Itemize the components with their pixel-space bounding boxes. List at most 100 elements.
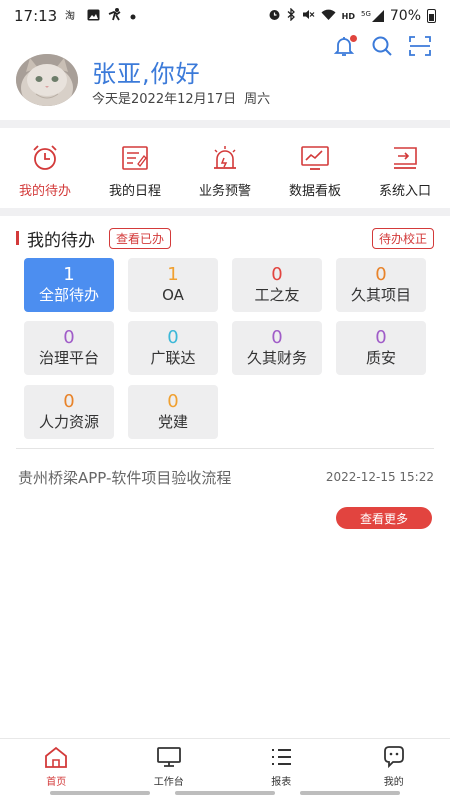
quick-nav-business-alert[interactable]: 业务预警 (180, 128, 270, 206)
tile-count: 0 (63, 327, 75, 348)
tile-count: 0 (375, 264, 387, 285)
hd-icon: HD (341, 11, 355, 21)
wifi-icon (321, 9, 336, 24)
header: 张亚,你好 今天是2022年12月17日 周六 (0, 32, 450, 120)
tile-label: 全部待办 (38, 286, 99, 304)
bluetooth-icon (287, 7, 296, 24)
tile-count: 0 (167, 327, 179, 348)
view-done-button[interactable]: 查看已办 (109, 227, 172, 249)
section-separator (0, 208, 450, 216)
tile-count: 1 (63, 264, 75, 285)
tile-label: 工之友 (254, 286, 300, 304)
tab-home[interactable]: 首页 (0, 739, 113, 788)
bottom-tab-bar: 首页 工作台 报表 我的 (0, 738, 450, 788)
quick-nav-label: 业务预警 (198, 184, 251, 199)
date-text: 今天是2022年12月17日 (92, 92, 237, 107)
quick-nav-system-entry[interactable]: 系统入口 (360, 128, 450, 206)
tile-label: 人力资源 (38, 413, 99, 431)
dot-icon (130, 9, 136, 23)
quick-nav-label: 系统入口 (378, 184, 431, 199)
todo-title: 我的待办 (27, 230, 95, 251)
tile-human-resources[interactable]: 0 人力资源 (24, 385, 114, 439)
alarm-icon (268, 8, 281, 24)
gesture-handle (50, 791, 150, 795)
divider (16, 448, 434, 449)
tile-count: 0 (63, 391, 75, 412)
tab-label: 报表 (271, 777, 292, 788)
notification-dot (350, 35, 357, 42)
scan-icon[interactable] (408, 34, 432, 58)
tile-label: 党建 (157, 413, 188, 431)
system-entry-icon (390, 144, 420, 172)
todo-header: 我的待办 查看已办 待办校正 (16, 226, 434, 251)
quick-nav-data-dashboard[interactable]: 数据看板 (270, 128, 360, 206)
quick-nav-my-schedule[interactable]: 我的日程 (90, 128, 180, 206)
todo-item-title: 贵州桥梁APP-软件项目验收流程 (18, 468, 232, 487)
alarm-clock-icon (30, 144, 60, 172)
tab-label: 我的 (383, 777, 404, 788)
status-bar: 17:13 淘 HD 5G 70% (0, 0, 450, 32)
gesture-handle (175, 791, 275, 795)
todo-list-item[interactable]: 贵州桥梁APP-软件项目验收流程 2022-12-15 15:22 (18, 466, 434, 488)
greeting: 张亚,你好 (92, 60, 201, 88)
status-time: 17:13 (14, 7, 58, 25)
robot-face-icon (381, 745, 407, 769)
tile-jiuqi-project[interactable]: 0 久其项目 (336, 258, 426, 312)
battery-level: 70% (389, 8, 421, 24)
svg-text:淘: 淘 (65, 9, 75, 21)
todo-correct-button[interactable]: 待办校正 (371, 227, 434, 249)
mute-icon (302, 8, 315, 24)
weekday: 周六 (244, 92, 271, 107)
tile-glodon[interactable]: 0 广联达 (128, 321, 218, 375)
tile-count: 0 (167, 391, 179, 412)
tile-label: 久其财务 (246, 349, 307, 367)
section-separator (0, 120, 450, 128)
todo-item-time: 2022-12-15 15:22 (325, 470, 434, 484)
date-line: 今天是2022年12月17日 周六 (92, 88, 270, 107)
activity-icon (108, 8, 122, 24)
battery-icon (427, 9, 436, 23)
tab-workbench[interactable]: 工作台 (113, 739, 226, 788)
tile-gongzhiyou[interactable]: 0 工之友 (232, 258, 322, 312)
tile-count: 1 (167, 264, 179, 285)
quick-nav-label: 我的待办 (18, 184, 71, 199)
tile-label: 治理平台 (38, 349, 99, 367)
tile-oa[interactable]: 1 OA (128, 258, 218, 312)
network-type: 5G (360, 10, 371, 18)
tile-all-todo[interactable]: 1 全部待办 (24, 258, 114, 312)
tile-count: 0 (271, 264, 283, 285)
tile-count: 0 (271, 327, 283, 348)
tab-label: 工作台 (153, 777, 184, 788)
tile-label: 久其项目 (350, 286, 411, 304)
siren-icon (210, 144, 240, 172)
tile-label: 质安 (365, 349, 396, 367)
taobao-icon: 淘 (65, 9, 79, 24)
tile-jiuqi-finance[interactable]: 0 久其财务 (232, 321, 322, 375)
tile-count: 0 (375, 327, 387, 348)
avatar[interactable] (16, 54, 78, 106)
signal-5g-icon: 5G (361, 10, 384, 22)
tab-mine[interactable]: 我的 (338, 739, 450, 788)
search-icon[interactable] (370, 34, 394, 58)
view-more-button[interactable]: 查看更多 (336, 507, 432, 529)
section-marker (16, 231, 19, 245)
tile-governance-platform[interactable]: 0 治理平台 (24, 321, 114, 375)
gesture-handle (300, 791, 400, 795)
quick-nav-label: 数据看板 (288, 184, 341, 199)
tile-quality-safety[interactable]: 0 质安 (336, 321, 426, 375)
tile-label: 广联达 (150, 349, 196, 367)
home-icon (43, 745, 69, 769)
tab-reports[interactable]: 报表 (225, 739, 338, 788)
quick-nav: 我的待办 我的日程 业务预警 数据看板 系统入口 (0, 128, 450, 206)
list-icon (268, 745, 294, 769)
monitor-icon (156, 745, 182, 769)
bell-icon[interactable] (332, 34, 357, 58)
quick-nav-my-todo[interactable]: 我的待办 (0, 128, 90, 206)
schedule-icon (120, 144, 150, 172)
image-icon (87, 9, 100, 24)
quick-nav-label: 我的日程 (108, 184, 161, 199)
tile-label: OA (162, 286, 184, 304)
dashboard-icon (300, 144, 330, 172)
tab-label: 首页 (46, 777, 67, 788)
tile-party-building[interactable]: 0 党建 (128, 385, 218, 439)
